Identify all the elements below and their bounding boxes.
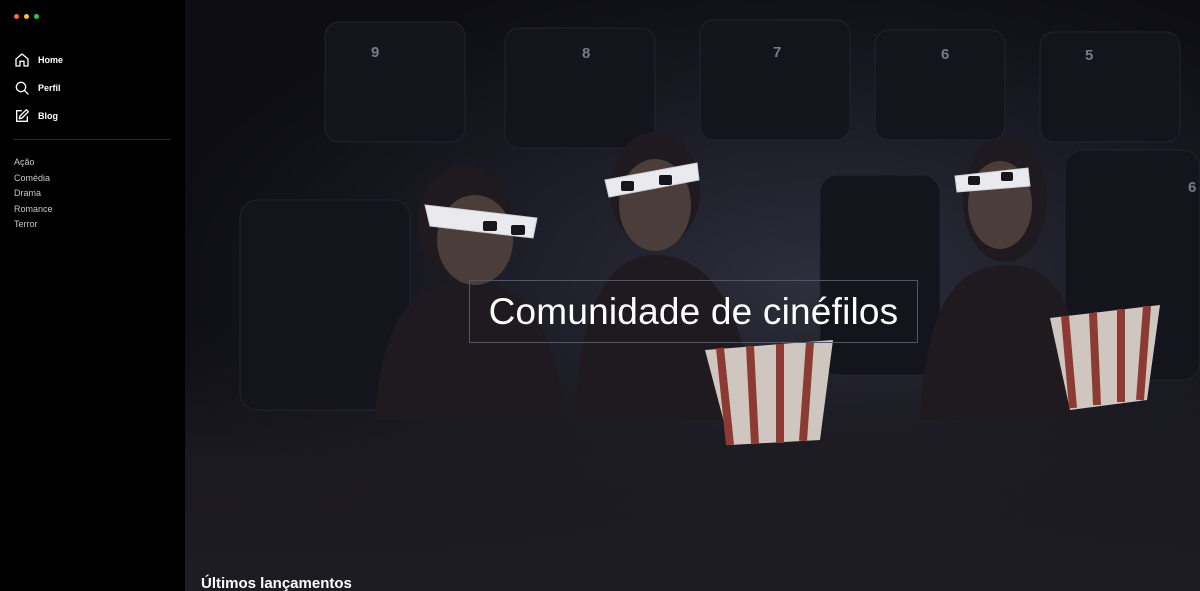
sidebar: Home Perfil Blog Ação Comédia Drama Roma… (0, 0, 185, 591)
hero-title-box: Comunidade de cinéfilos (469, 280, 918, 343)
nav-label-blog: Blog (38, 111, 58, 121)
genre-item-acao[interactable]: Ação (14, 155, 171, 171)
minimize-window-button[interactable] (24, 13, 29, 19)
nav-item-perfil[interactable]: Perfil (14, 74, 171, 102)
genre-item-drama[interactable]: Drama (14, 186, 171, 202)
latest-releases-heading: Últimos lançamentos (201, 575, 352, 591)
seat-number: 7 (773, 44, 781, 61)
search-icon (14, 80, 30, 96)
nav-item-blog[interactable]: Blog (14, 102, 171, 130)
sidebar-divider (14, 139, 170, 140)
nav-item-home[interactable]: Home (14, 46, 171, 74)
main-content: 9 8 7 6 5 6 Comunidade de cinéfilos Últi… (185, 0, 1200, 591)
genre-item-romance[interactable]: Romance (14, 202, 171, 218)
genre-item-comedia[interactable]: Comédia (14, 171, 171, 187)
close-window-button[interactable] (14, 13, 19, 19)
nav-label-home: Home (38, 55, 64, 65)
edit-icon (14, 108, 30, 124)
nav-label-perfil: Perfil (38, 83, 61, 93)
hero-banner: 9 8 7 6 5 6 Comunidade de cinéfilos (185, 0, 1200, 591)
app-window: Home Perfil Blog Ação Comédia Drama Roma… (0, 0, 1200, 591)
home-icon (14, 52, 30, 68)
main-nav: Home Perfil Blog (14, 46, 171, 130)
maximize-window-button[interactable] (34, 13, 39, 19)
window-controls (14, 12, 171, 20)
seat-number: 6 (1188, 179, 1196, 196)
seat-number: 6 (941, 46, 949, 63)
genre-list: Ação Comédia Drama Romance Terror (14, 155, 171, 233)
seat-number: 5 (1085, 47, 1093, 64)
seat-number: 8 (582, 45, 590, 62)
hero-title: Comunidade de cinéfilos (488, 290, 899, 332)
seat-number: 9 (371, 44, 379, 61)
genre-item-terror[interactable]: Terror (14, 217, 171, 233)
